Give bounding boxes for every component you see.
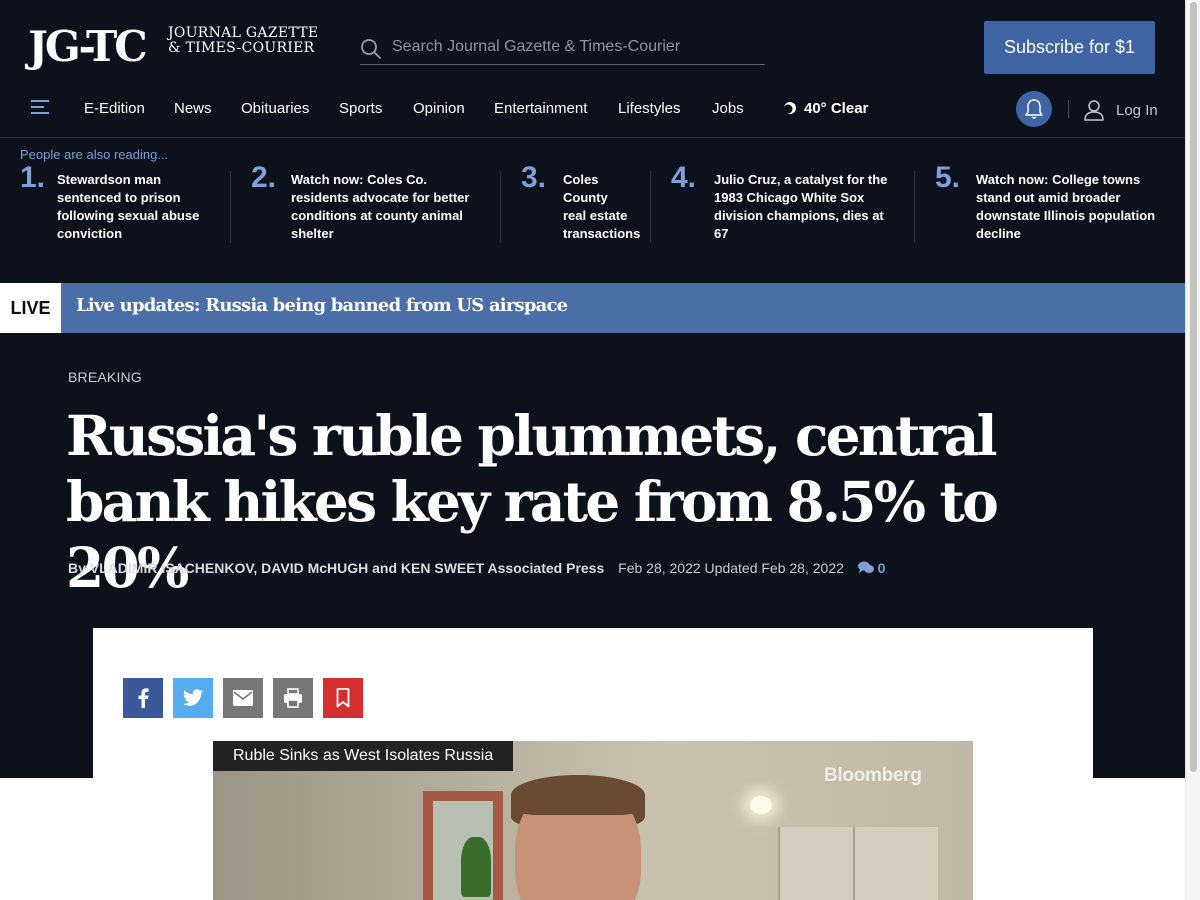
logo-mark: JG-TC xyxy=(28,22,148,71)
share-twitter-button[interactable] xyxy=(173,678,213,718)
item-number: 3. xyxy=(521,161,547,194)
menu-icon[interactable] xyxy=(31,100,49,116)
twitter-icon xyxy=(183,689,203,706)
weather-text: 40° Clear xyxy=(804,100,869,117)
article-kicker: BREAKING xyxy=(68,369,142,385)
nav-item-jobs[interactable]: Jobs xyxy=(712,100,744,117)
search-input[interactable] xyxy=(392,34,762,60)
scrollbar-thumb[interactable] xyxy=(1190,2,1197,772)
item-headline: Julio Cruz, a catalyst for the 1983 Chic… xyxy=(714,172,888,241)
video-door-edge xyxy=(853,827,855,900)
moon-icon xyxy=(784,102,796,114)
live-updates-bar[interactable]: LIVE Live updates: Russia being banned f… xyxy=(0,283,1185,333)
also-reading-item[interactable]: 4. Julio Cruz, a catalyst for the 1983 C… xyxy=(671,161,893,243)
item-divider xyxy=(650,171,651,243)
video-caption: Ruble Sinks as West Isolates Russia xyxy=(213,741,514,771)
live-tag: LIVE xyxy=(0,283,61,333)
item-number: 5. xyxy=(935,161,961,194)
also-reading-label: People are also reading... xyxy=(20,147,169,162)
item-headline: Watch now: College towns stand out amid … xyxy=(976,172,1156,241)
nav-item-entertainment[interactable]: Entertainment xyxy=(494,100,587,117)
video-lamp xyxy=(750,796,772,814)
video-doorway xyxy=(778,827,938,900)
site-logo[interactable]: JG-TC JOURNAL GAZETTE & TIMES-COURIER xyxy=(28,22,333,74)
main-nav: E-Edition News Obituaries Sports Opinion… xyxy=(0,88,1185,138)
comments-link[interactable]: 0 xyxy=(857,560,886,576)
search-icon[interactable] xyxy=(360,38,382,60)
user-icon xyxy=(1084,100,1104,121)
share-email-button[interactable] xyxy=(223,678,263,718)
nav-divider xyxy=(1068,100,1069,118)
share-facebook-button[interactable] xyxy=(123,678,163,718)
logo-name: JOURNAL GAZETTE & TIMES-COURIER xyxy=(168,26,318,56)
print-icon xyxy=(284,688,302,708)
logo-name-line1: JOURNAL GAZETTE xyxy=(168,25,319,41)
comment-count: 0 xyxy=(877,560,886,576)
facebook-icon xyxy=(138,688,149,708)
item-headline: Stewardson man sentenced to prison follo… xyxy=(57,172,200,241)
item-divider xyxy=(230,171,231,243)
bell-icon xyxy=(1025,99,1043,119)
page-scrollbar[interactable] xyxy=(1185,0,1200,900)
item-number: 1. xyxy=(20,161,46,194)
nav-item-opinion[interactable]: Opinion xyxy=(413,100,465,117)
subscribe-button[interactable]: Subscribe for $1 xyxy=(984,21,1155,74)
nav-item-e-edition[interactable]: E-Edition xyxy=(84,100,145,117)
comment-icon xyxy=(857,561,874,573)
nav-item-lifestyles[interactable]: Lifestyles xyxy=(618,100,681,117)
email-icon xyxy=(233,690,253,706)
also-reading-item[interactable]: 2. Watch now: Coles Co. residents advoca… xyxy=(251,161,481,243)
item-divider xyxy=(914,171,915,243)
video-painting-plant xyxy=(461,837,491,897)
also-reading-item[interactable]: 3. Coles County real estate transactions xyxy=(521,161,640,243)
video-person-hair-top xyxy=(511,775,645,815)
item-headline: Watch now: Coles Co. residents advocate … xyxy=(291,172,470,241)
nav-item-obituaries[interactable]: Obituaries xyxy=(241,100,309,117)
bookmark-icon xyxy=(336,688,350,708)
also-reading-item[interactable]: 1. Stewardson man sentenced to prison fo… xyxy=(20,161,210,243)
page: JG-TC JOURNAL GAZETTE & TIMES-COURIER Su… xyxy=(0,0,1185,900)
weather-widget[interactable]: 40° Clear xyxy=(784,100,868,117)
print-button[interactable] xyxy=(273,678,313,718)
item-number: 2. xyxy=(251,161,277,194)
also-reading-item[interactable]: 5. Watch now: College towns stand out am… xyxy=(935,161,1160,243)
nav-item-sports[interactable]: Sports xyxy=(339,100,382,117)
login-label: Log In xyxy=(1116,101,1158,119)
item-number: 4. xyxy=(671,161,697,194)
search-bar xyxy=(360,30,765,65)
login-button[interactable]: Log In xyxy=(1084,98,1158,122)
video-wall-painting xyxy=(423,791,503,900)
article-byline: By VLADIMIR ISACHENKOV, DAVID McHUGH and… xyxy=(68,560,885,576)
bookmark-button[interactable] xyxy=(323,678,363,718)
notifications-button[interactable] xyxy=(1016,91,1052,127)
logo-name-line2: & TIMES-COURIER xyxy=(168,40,315,56)
video-watermark: Bloomberg xyxy=(824,765,922,786)
live-headline: Live updates: Russia being banned from U… xyxy=(76,295,568,316)
article-date: Feb 28, 2022 Updated Feb 28, 2022 xyxy=(618,560,844,576)
nav-item-news[interactable]: News xyxy=(174,100,212,117)
byline-authors: By VLADIMIR ISACHENKOV, DAVID McHUGH and… xyxy=(68,560,605,576)
item-divider xyxy=(500,171,501,243)
video-player[interactable]: Ruble Sinks as West Isolates Russia Bloo… xyxy=(213,741,973,900)
